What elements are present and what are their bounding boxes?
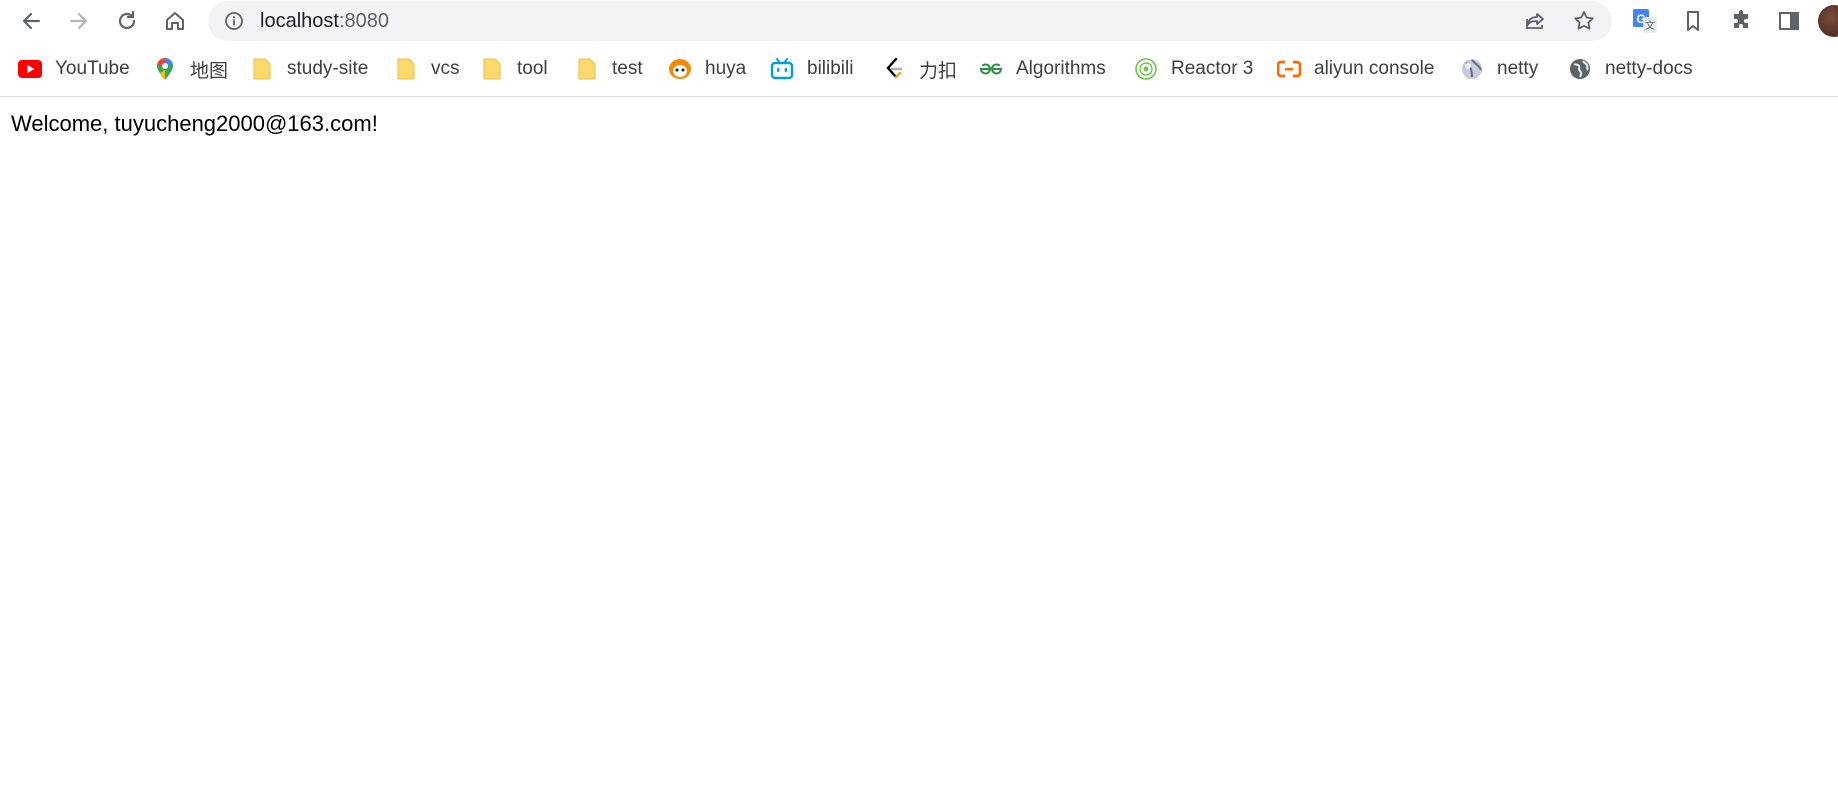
back-button[interactable]	[13, 3, 49, 39]
bookmark-label: aliyun console	[1314, 58, 1435, 79]
address-bar[interactable]: localhost:8080	[208, 1, 1612, 41]
site-info-icon[interactable]	[224, 11, 244, 31]
bookmark-folder-vcs[interactable]: vcs	[394, 55, 460, 83]
bookmark-label: 地图	[190, 60, 229, 82]
url-host: localhost	[260, 10, 339, 32]
bookmark-label: test	[612, 58, 643, 79]
bookmark-label: Reactor 3	[1171, 58, 1254, 79]
bookmark-aliyun-console[interactable]: aliyun console	[1277, 55, 1434, 83]
bookmark-label: netty-docs	[1605, 58, 1693, 79]
back-arrow-icon	[22, 12, 41, 30]
folder-icon	[394, 57, 418, 81]
huya-icon	[668, 57, 692, 81]
bookmark-leetcode[interactable]: 力扣	[882, 55, 957, 83]
folder-icon	[250, 57, 274, 81]
bookmark-label: 力扣	[919, 60, 958, 82]
bookmark-label: study-site	[287, 58, 369, 79]
url-text[interactable]: localhost:8080	[260, 10, 389, 33]
url-port: :8080	[338, 10, 389, 32]
bookmark-star-icon[interactable]	[1572, 9, 1596, 33]
side-panel-button[interactable]	[1775, 7, 1803, 35]
bookmark-label: huya	[705, 58, 747, 79]
profile-avatar[interactable]	[1818, 5, 1838, 37]
home-icon	[166, 12, 184, 30]
google-translate-extension[interactable]: G 文	[1631, 7, 1659, 35]
folder-icon	[575, 57, 599, 81]
bookmark-folder-test[interactable]: test	[575, 55, 643, 83]
bookmark-label: bilibili	[807, 58, 854, 79]
bookmarks-bar: YouTube 地图 study-site vcs tool test huya…	[0, 42, 1838, 96]
leetcode-icon	[882, 57, 906, 81]
bookmark-label: tool	[517, 58, 548, 79]
bookmark-algorithms[interactable]: Algorithms	[979, 55, 1106, 83]
bookmark-youtube[interactable]: YouTube	[18, 55, 130, 83]
home-button[interactable]	[157, 3, 193, 39]
bookmark-bilibili[interactable]: bilibili	[770, 55, 853, 83]
folder-icon	[480, 57, 504, 81]
bookmark-folder-tool[interactable]: tool	[480, 55, 548, 83]
extensions-button[interactable]	[1727, 7, 1755, 35]
geeksforgeeks-icon	[979, 57, 1003, 81]
reading-list-button[interactable]	[1679, 7, 1707, 35]
youtube-icon	[18, 57, 42, 81]
bookmark-label: vcs	[431, 58, 460, 79]
netty-icon	[1460, 57, 1484, 81]
translate-icon: G 文	[1633, 9, 1657, 33]
browser-toolbar: localhost:8080 G 文	[0, 0, 1838, 42]
maps-pin-icon	[153, 57, 177, 81]
reload-button[interactable]	[109, 3, 145, 39]
aliyun-icon	[1277, 57, 1301, 81]
reload-icon	[118, 10, 136, 30]
forward-arrow-icon	[69, 12, 88, 30]
reactor-icon	[1134, 57, 1158, 81]
globe-icon	[1568, 57, 1592, 81]
bookmark-maps[interactable]: 地图	[153, 55, 228, 83]
puzzle-icon	[1734, 10, 1748, 28]
bookmark-netty[interactable]: netty	[1460, 55, 1538, 83]
bookmark-label: YouTube	[55, 58, 130, 79]
welcome-message: Welcome, tuyucheng2000@163.com!	[11, 111, 378, 136]
svg-text:文: 文	[1645, 19, 1655, 32]
bookmark-label: netty	[1497, 58, 1539, 79]
bookmark-folder-study-site[interactable]: study-site	[250, 55, 368, 83]
bookmark-huya[interactable]: huya	[668, 55, 746, 83]
bookmark-icon	[1687, 11, 1699, 31]
bookmark-reactor[interactable]: Reactor 3	[1134, 55, 1253, 83]
bookmark-netty-docs[interactable]: netty-docs	[1568, 55, 1693, 83]
side-panel-icon	[1779, 12, 1799, 30]
forward-button[interactable]	[61, 3, 97, 39]
bookmark-label: Algorithms	[1016, 58, 1106, 79]
share-icon[interactable]	[1523, 9, 1547, 33]
browser-chrome: localhost:8080 G 文 YouTube 地图 study-site…	[0, 0, 1838, 97]
bilibili-icon	[770, 57, 794, 81]
